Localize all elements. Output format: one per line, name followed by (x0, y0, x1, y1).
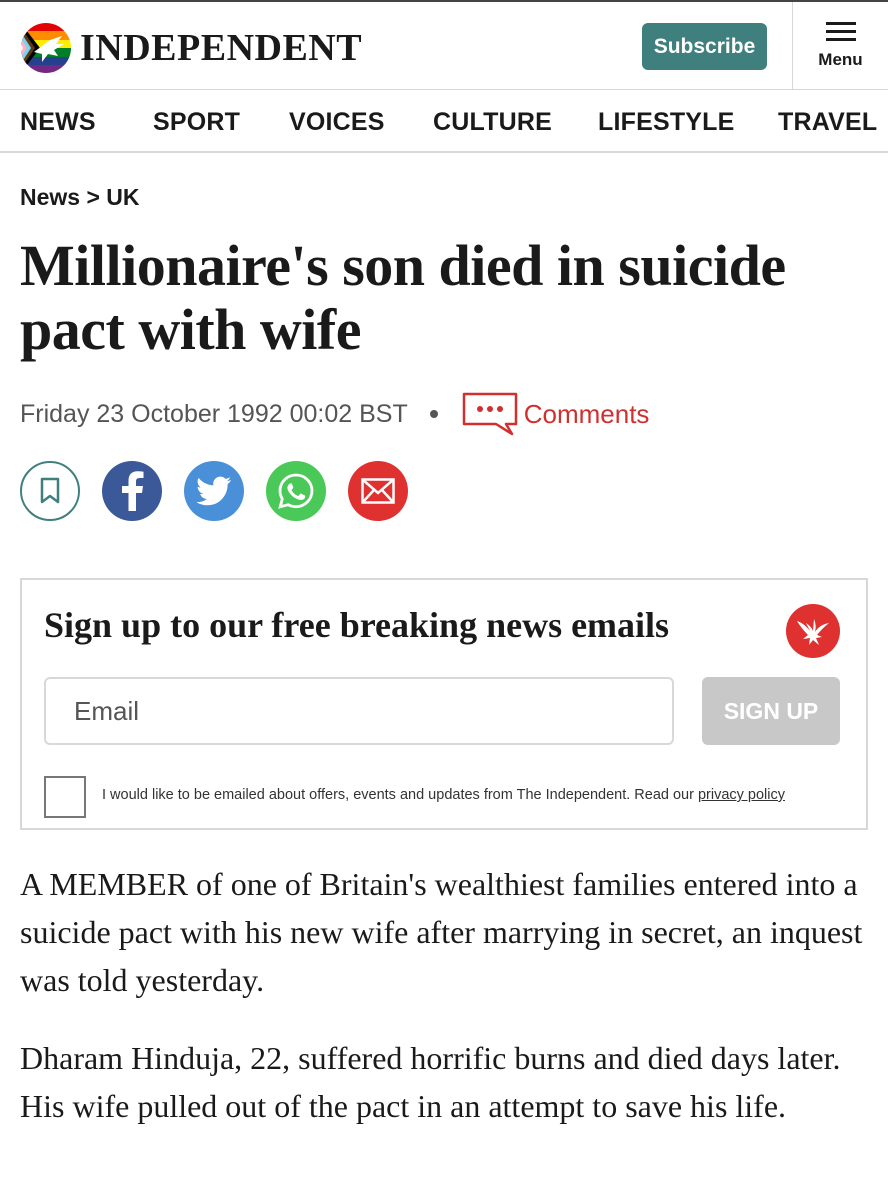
section-nav: NEWS SPORT VOICES CULTURE LIFESTYLE TRAV… (0, 90, 888, 153)
hamburger-icon (825, 22, 856, 42)
article-paragraph-1: A MEMBER of one of Britain's wealthiest … (20, 866, 863, 998)
nav-item-culture[interactable]: CULTURE (433, 108, 552, 137)
article-paragraph-2: Dharam Hinduja, 22, suffered horrific bu… (20, 1040, 841, 1124)
article-meta: Friday 23 October 1992 00:02 BST Comment… (20, 392, 650, 436)
signup-title: Sign up to our free breaking news emails (44, 605, 670, 645)
eagle-pride-logo-icon (21, 23, 71, 73)
email-icon (361, 478, 395, 504)
twitter-icon (196, 476, 231, 506)
facebook-icon (122, 471, 144, 511)
whatsapp-icon (278, 473, 314, 509)
consent-text: I would like to be emailed about offers,… (102, 787, 785, 803)
nav-item-voices[interactable]: VOICES (289, 108, 385, 137)
comments-link[interactable]: Comments (462, 392, 650, 436)
bookmark-button[interactable] (20, 461, 80, 521)
twitter-share-button[interactable] (184, 461, 244, 521)
nav-item-lifestyle[interactable]: LIFESTYLE (598, 108, 735, 137)
eagle-icon (797, 619, 829, 645)
nav-item-travel[interactable]: TRAVEL (778, 108, 877, 137)
article-headline: Millionaire's son died in suicide pact w… (20, 233, 786, 362)
sign-up-button[interactable]: SIGN UP (702, 677, 840, 745)
publish-date: Friday 23 October 1992 00:02 BST (20, 399, 408, 428)
email-share-button[interactable] (348, 461, 408, 521)
privacy-policy-link[interactable]: privacy policy (698, 787, 785, 803)
site-logo[interactable]: INDEPENDENT (20, 22, 362, 74)
facebook-share-button[interactable] (102, 461, 162, 521)
comments-label: Comments (523, 398, 650, 429)
menu-label: Menu (818, 50, 863, 69)
consent-label: I would like to be emailed about offers,… (102, 787, 694, 803)
whatsapp-share-button[interactable] (266, 461, 326, 521)
share-buttons (20, 461, 430, 521)
breadcrumb[interactable]: News > UK (20, 184, 140, 211)
comment-bubble-icon (462, 392, 517, 436)
logo-wordmark: INDEPENDENT (80, 27, 363, 69)
newsletter-signup: Sign up to our free breaking news emails… (20, 578, 868, 830)
separator-dot (429, 410, 438, 418)
site-header: INDEPENDENT Subscribe Menu (0, 0, 888, 90)
subscribe-button[interactable]: Subscribe (642, 23, 767, 70)
bookmark-icon (40, 477, 60, 504)
nav-item-sport[interactable]: SPORT (153, 108, 240, 137)
consent-checkbox[interactable] (44, 776, 86, 818)
eagle-emblem (786, 604, 840, 658)
email-input[interactable] (44, 677, 674, 745)
nav-item-news[interactable]: NEWS (20, 108, 96, 137)
menu-button[interactable]: Menu (792, 2, 888, 90)
